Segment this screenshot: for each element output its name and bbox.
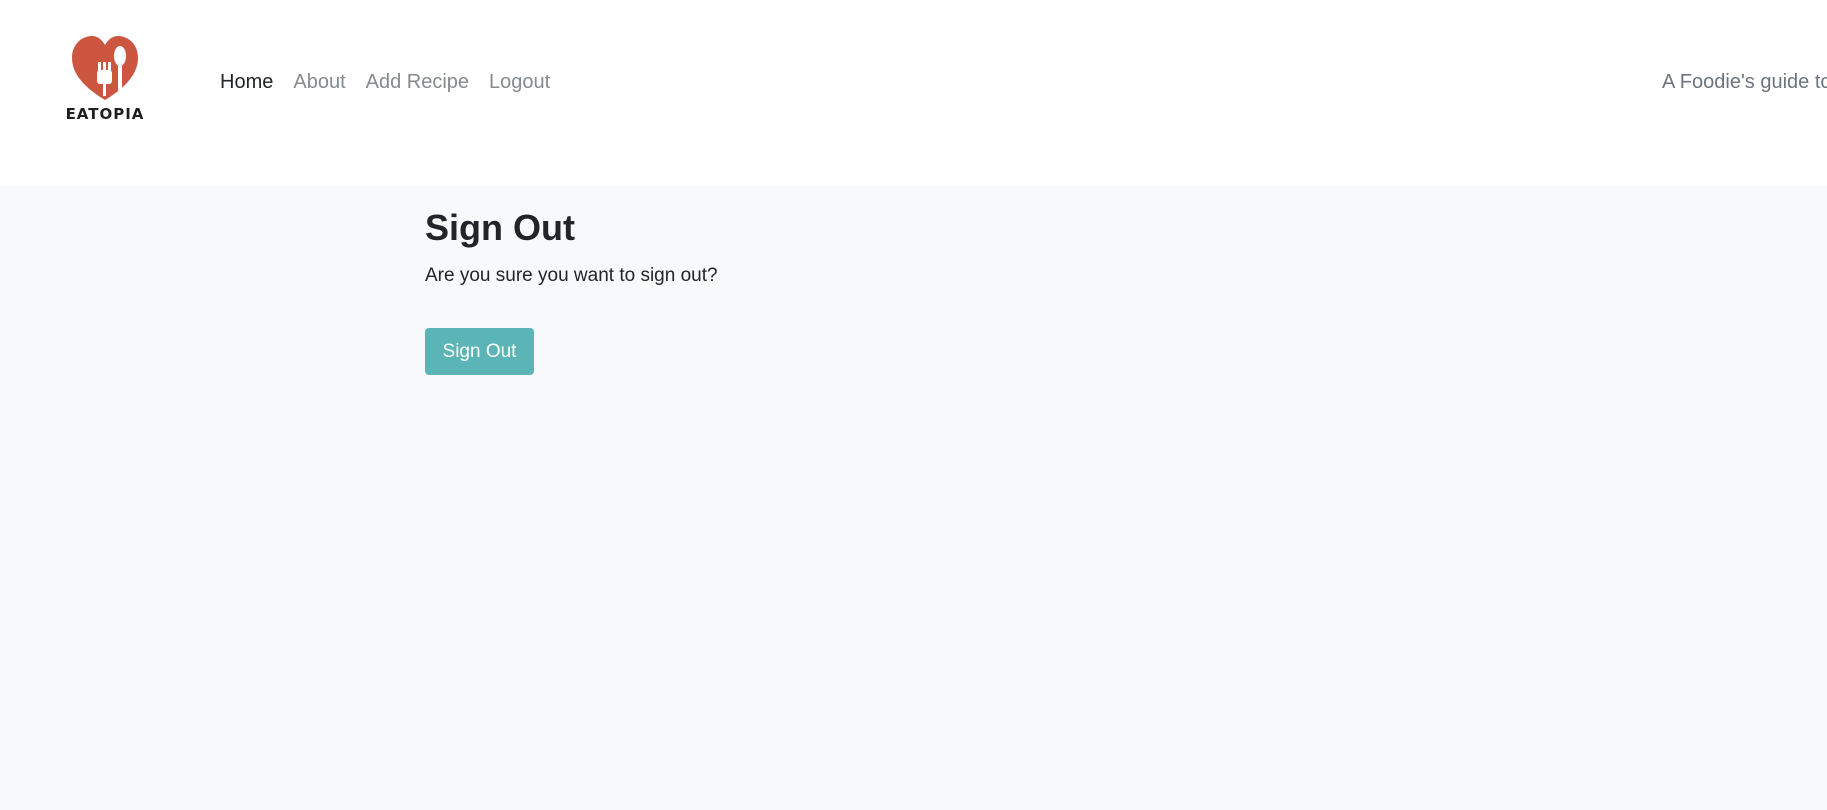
nav-add-recipe-link[interactable]: Add Recipe	[366, 71, 469, 94]
brand-logo-link[interactable]: EATOPIA	[64, 32, 146, 128]
nav-logout-link[interactable]: Logout	[489, 71, 550, 94]
navbar: EATOPIA Home About Add Recipe Logout A F…	[0, 0, 1827, 186]
nav-about-link[interactable]: About	[293, 71, 345, 94]
brand-name: EATOPIA	[65, 105, 145, 123]
page-title: Sign Out	[425, 207, 575, 248]
heart-fork-spoon-icon	[72, 36, 138, 100]
signout-confirmation-text: Are you sure you want to sign out?	[425, 265, 718, 286]
site-tagline: A Foodie's guide to	[1662, 71, 1827, 93]
nav-links: Home About Add Recipe Logout	[220, 71, 550, 94]
sign-out-button[interactable]: Sign Out	[425, 328, 534, 375]
main-content: Sign Out Are you sure you want to sign o…	[425, 206, 718, 375]
nav-home-link[interactable]: Home	[220, 71, 273, 94]
